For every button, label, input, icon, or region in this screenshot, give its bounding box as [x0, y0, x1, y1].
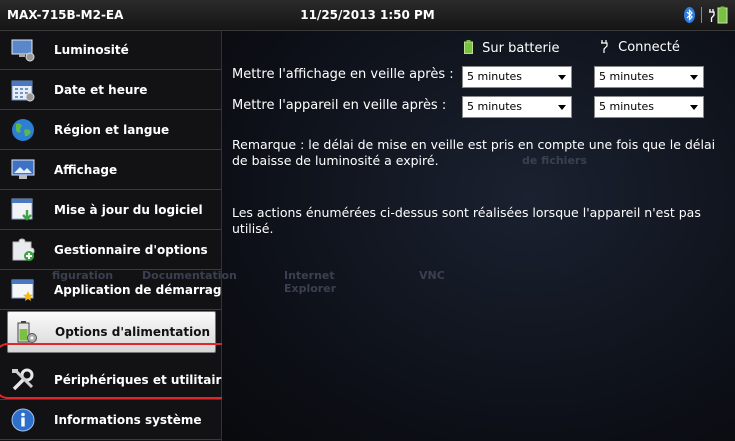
device-sleep-label: Mettre l'appareil en veille après :: [232, 98, 447, 113]
select-value: 5 minutes: [599, 100, 655, 113]
info-icon: [11, 408, 35, 432]
header-plugged-in: Connecté: [600, 40, 680, 55]
background-ghost-label: Internet Explorer: [284, 269, 337, 295]
puzzle-icon: [12, 238, 35, 261]
bluetooth-icon[interactable]: [684, 7, 695, 23]
sidebar-item-region-et-langue[interactable]: Région et langue: [0, 111, 221, 150]
sidebar-item-label: Application de démarrage: [54, 283, 230, 297]
chevron-down-icon: [690, 105, 698, 110]
plug-icon: [601, 40, 608, 53]
display-sleep-label: Mettre l'affichage en veille après :: [232, 67, 454, 82]
sidebar-item-label: Mise à jour du logiciel: [54, 203, 203, 217]
chevron-down-icon: [558, 75, 566, 80]
header-on-battery: Sur batterie: [464, 40, 559, 56]
calendar-icon: [11, 80, 35, 102]
chevron-down-icon: [690, 75, 698, 80]
sidebar-item-label: Affichage: [54, 163, 118, 177]
sidebar-item-date-et-heure[interactable]: Date et heure: [0, 71, 221, 110]
software-update-icon: [11, 198, 33, 221]
background-ghost-label: Documentation: [142, 269, 237, 282]
power-options-screen: MAX-715B-M2-EA 11/25/2013 1:50 PM Lumino…: [0, 0, 735, 441]
device-sleep-battery-select[interactable]: 5 minutes: [462, 96, 572, 118]
sidebar-item-label: Gestionnaire d'options: [54, 243, 208, 257]
background-ghost-label: VNC: [419, 269, 445, 282]
select-value: 5 minutes: [599, 70, 655, 83]
display-sleep-battery-select[interactable]: 5 minutes: [462, 66, 572, 88]
select-value: 5 minutes: [467, 100, 523, 113]
sidebar-item-label: Options d'alimentation: [55, 325, 210, 339]
select-value: 5 minutes: [467, 70, 523, 83]
globe-icon: [12, 119, 34, 141]
display-icon: [11, 159, 35, 179]
background-ghost-label: figuration: [52, 269, 114, 282]
startup-app-icon: [11, 279, 34, 301]
sidebar-item-label: Région et langue: [54, 123, 170, 137]
sidebar-item-informations-systeme[interactable]: Informations système: [0, 401, 221, 440]
sidebar-item-label: Date et heure: [54, 83, 148, 97]
sidebar-item-label: Luminosité: [54, 43, 129, 57]
sidebar-item-gestionnaire-options[interactable]: Gestionnaire d'options: [0, 231, 221, 270]
monitor-gear-icon: [11, 39, 35, 62]
note-text: Remarque : le délai de mise en veille es…: [232, 137, 716, 168]
battery-icon: [464, 40, 473, 54]
power-options-panel: de fichiers Internet Explorer VNC figura…: [52, 31, 735, 441]
sidebar-item-luminosite[interactable]: Luminosité: [0, 31, 221, 70]
display-sleep-plugged-select[interactable]: 5 minutes: [594, 66, 704, 88]
header-plugged-in-label: Connecté: [618, 40, 680, 55]
sidebar-item-label: Informations système: [54, 413, 202, 427]
sidebar-item-affichage[interactable]: Affichage: [0, 151, 221, 190]
plug-battery-icon[interactable]: [707, 6, 729, 24]
settings-sidebar: Luminosité Date et heure Région et langu…: [0, 31, 246, 441]
header-on-battery-label: Sur batterie: [482, 41, 560, 56]
status-separator: [701, 7, 702, 23]
idle-actions-text: Les actions énumérées ci-dessus sont réa…: [232, 205, 701, 236]
device-sleep-plugged-select[interactable]: 5 minutes: [594, 96, 704, 118]
sidebar-item-mise-a-jour[interactable]: Mise à jour du logiciel: [0, 191, 221, 230]
chevron-down-icon: [558, 105, 566, 110]
status-bar: MAX-715B-M2-EA 11/25/2013 1:50 PM: [0, 0, 735, 31]
battery-gear-icon: [17, 321, 37, 343]
selection-highlight-outline: [0, 343, 246, 399]
date-time: 11/25/2013 1:50 PM: [300, 8, 435, 22]
